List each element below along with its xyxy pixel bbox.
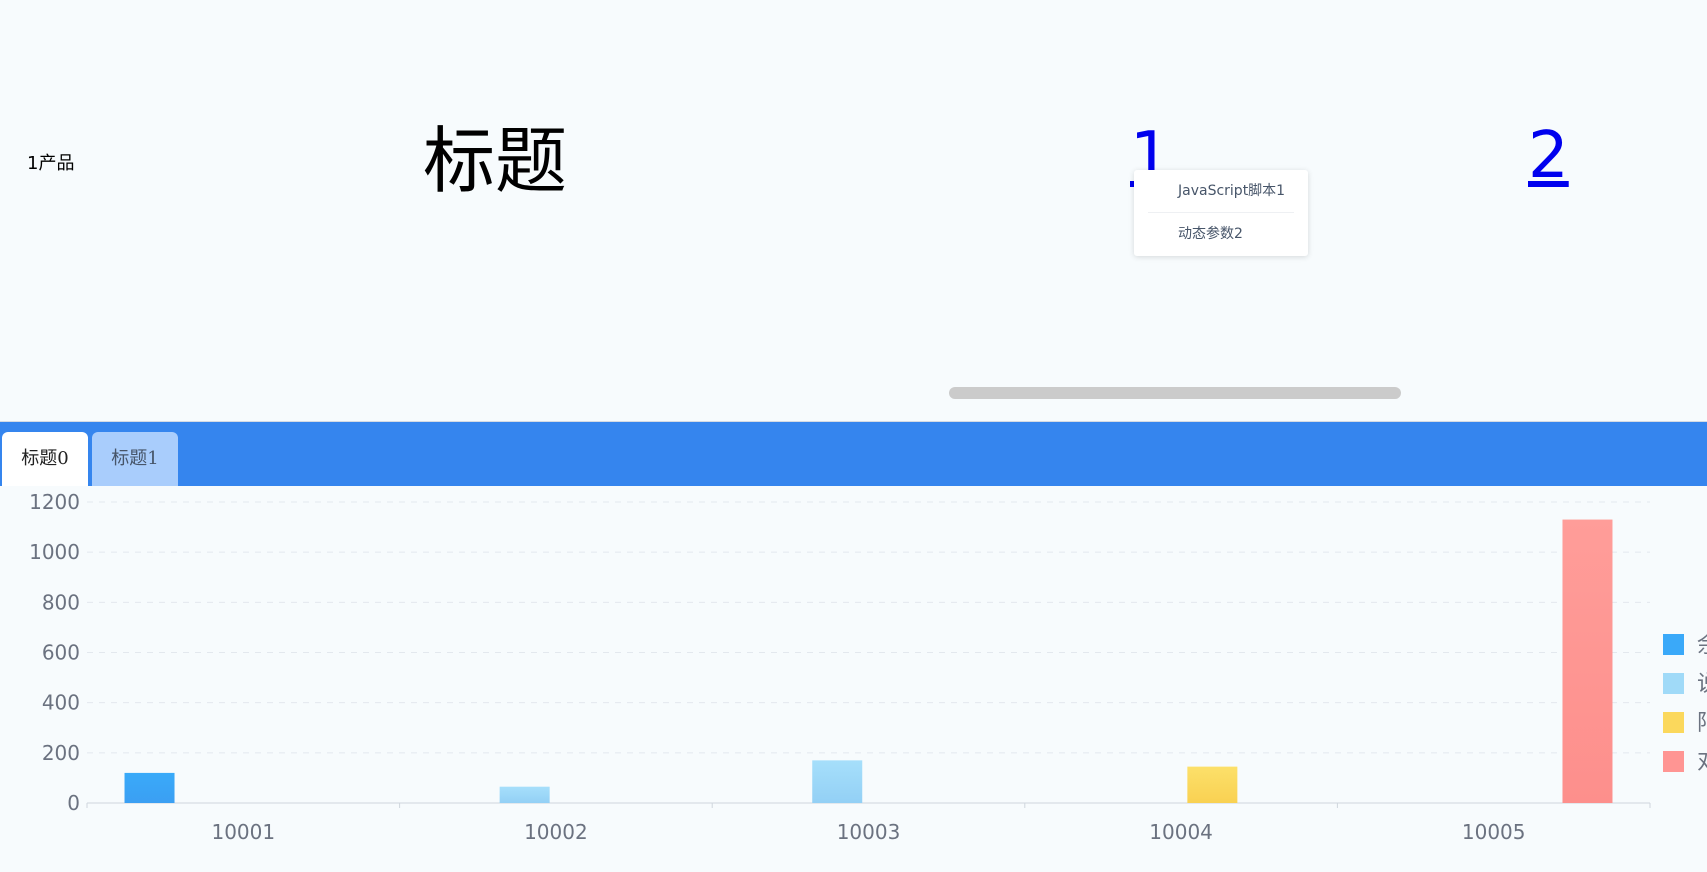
nav-link-2[interactable]: 2 — [1528, 119, 1569, 193]
legend-label: 阳 — [1697, 711, 1707, 736]
tab-title-0[interactable]: 标题0 — [2, 432, 88, 486]
y-tick-label: 0 — [67, 791, 80, 815]
bar — [1187, 766, 1238, 803]
y-tick-label: 600 — [42, 641, 80, 665]
y-tick-label: 200 — [42, 741, 80, 765]
y-tick-label: 1000 — [29, 540, 80, 564]
dropdown-item-javascript[interactable]: JavaScript脚本1 — [1134, 170, 1308, 212]
x-tick-label: 10005 — [1462, 820, 1526, 844]
legend-swatch — [1663, 712, 1684, 733]
horizontal-scrollbar[interactable] — [949, 387, 1401, 399]
bar — [1562, 519, 1613, 803]
bar — [499, 786, 550, 803]
y-tick-label: 400 — [42, 691, 80, 715]
chart-grid — [87, 501, 1650, 754]
legend-label: 余 — [1697, 633, 1707, 658]
x-tick-label: 10001 — [211, 820, 275, 844]
x-tick-label: 10003 — [837, 820, 901, 844]
bar-chart: 0 200 400 600 800 1000 1200 10001 10002 10003 1000… — [29, 490, 1707, 844]
chart-bars — [124, 519, 1613, 803]
tab-bar: 标题0 标题1 — [0, 421, 1707, 486]
product-label: 1产品 — [27, 153, 75, 174]
legend-swatch — [1663, 634, 1684, 655]
bar — [124, 772, 175, 803]
x-tick-label: 10002 — [524, 820, 588, 844]
chart-legend: 余说阳对 — [1663, 633, 1707, 775]
chart-labels: 0 200 400 600 800 1000 1200 10001 10002 10003 1000… — [29, 490, 1525, 844]
x-tick-label: 10004 — [1149, 820, 1213, 844]
y-tick-label: 1200 — [29, 490, 80, 514]
tab-title-1[interactable]: 标题1 — [92, 432, 178, 486]
chart-axis — [86, 802, 1651, 808]
y-tick-label: 800 — [42, 590, 80, 614]
bar — [812, 760, 863, 803]
dropdown-item-dynamic-param[interactable]: 动态参数2 — [1134, 213, 1308, 255]
page-title: 标题 — [423, 119, 568, 203]
dropdown-menu: JavaScript脚本1 动态参数2 — [1134, 170, 1308, 256]
legend-label: 说 — [1697, 672, 1707, 697]
legend-label: 对 — [1697, 750, 1707, 775]
legend-swatch — [1663, 673, 1684, 694]
legend-swatch — [1663, 751, 1684, 772]
